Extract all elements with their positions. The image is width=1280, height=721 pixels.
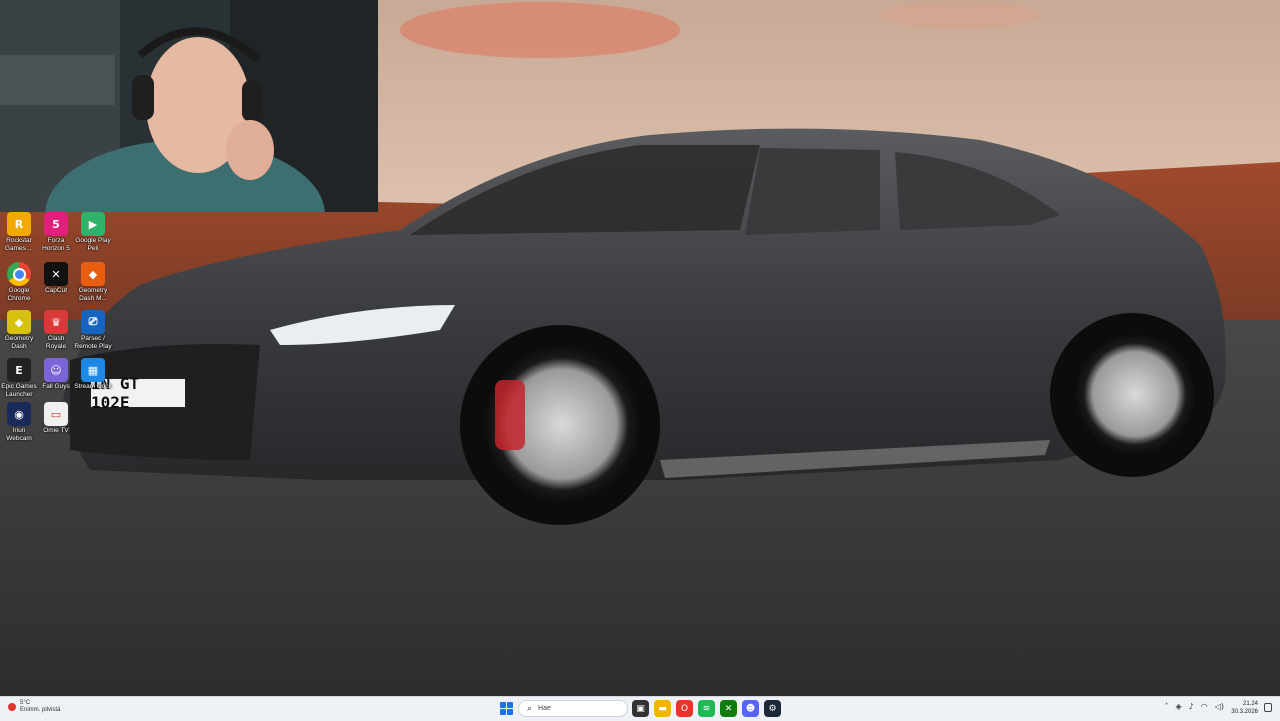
notification-icon[interactable] [1264,703,1272,712]
desktop-shortcut-label: Omie TV [43,427,69,434]
desktop-shortcut[interactable]: ▶ Google Play Peli [74,212,112,252]
desktop-shortcut-label: Fall Guys [42,383,70,390]
system-tray: ˄ ◈ ♪ ◠ ◁) [1164,702,1224,711]
start-button[interactable] [500,702,513,715]
chrome-icon [7,262,31,286]
geometry-dash-meltdown-icon: ◆ [81,262,105,286]
discord-icon[interactable]: ☻ [742,700,759,717]
desktop-shortcut[interactable]: ♛ Clash Royale [37,310,75,350]
weather-temperature: 5°C [20,700,31,706]
task-view-icon[interactable]: ▣ [632,700,649,717]
google-play-icon: ▶ [81,212,105,236]
taskbar-search-box[interactable]: ⌕ Hae [518,700,628,717]
capcut-icon: ✕ [44,262,68,286]
desktop-shortcut[interactable]: R Rockstar Games ... [0,212,38,252]
weather-description: Enimm. pilvistä [20,707,61,713]
desktop-shortcut[interactable]: 5 Forza Horizon 5 [37,212,75,252]
desktop-shortcut[interactable]: ◉ Iriun Webcam [0,402,38,442]
desktop-shortcut[interactable]: ▭ Omie TV [37,402,75,435]
xbox-icon[interactable]: ✕ [720,700,737,717]
volume-icon[interactable]: ◁) [1215,702,1224,711]
rockstar-icon: R [7,212,31,236]
file-explorer-icon[interactable]: ▬ [654,700,671,717]
clock-time: 21.24 [1242,701,1258,707]
opera-gx-icon[interactable]: O [676,700,693,717]
streamer-webcam-feed [0,0,378,212]
desktop-shortcut[interactable]: Google Chrome [0,262,38,302]
mic-icon[interactable]: ♪ [1189,702,1194,711]
fall-guys-icon: ☺ [44,358,68,382]
clash-royale-icon: ♛ [44,310,68,334]
desktop-icon-grid: R Rockstar Games ... 5 Forza Horizon 5 ▶ Goog… [0,212,116,492]
spotify-icon[interactable]: ≋ [698,700,715,717]
search-icon: ⌕ [527,703,533,714]
weather-icon [8,703,16,711]
windows-logo-icon [500,702,506,708]
steam-icon[interactable]: ⚙ [764,700,781,717]
desktop-shortcut-label: CapCut [44,287,68,294]
geometry-dash-icon: ◆ [7,310,31,334]
tray-app-icon[interactable]: ◈ [1175,702,1181,711]
clock-date: 30.3.2026 [1231,708,1258,715]
desktop-shortcut-label: Rockstar Games ... [4,237,34,252]
stream-dock-icon: ▦ [81,358,105,382]
desktop-shortcut[interactable]: ✕ CapCut [37,262,75,295]
desktop-shortcut[interactable]: E Epic Games Launcher [0,358,38,398]
desktop-shortcut-label: Geometry Dash [4,335,34,350]
weather-widget[interactable]: 5°C Enimm. pilvistä [8,700,60,714]
desktop-shortcut-label: Parsec / Remote Play [74,335,112,350]
desktop-shortcut-label: Iriun Webcam [6,427,32,442]
desktop-shortcut-label: Google Chrome [7,287,31,302]
iriun-webcam-icon: ◉ [7,402,31,426]
omie-tv-icon: ▭ [44,402,68,426]
chevron-up-icon[interactable]: ˄ [1164,702,1168,711]
webcam-overlay [0,0,378,212]
remote-play-icon: ⎚ [81,310,105,334]
desktop-shortcut[interactable]: ◆ Geometry Dash M... [74,262,112,302]
desktop-shortcut-label: Geometry Dash M... [78,287,108,302]
desktop-shortcut[interactable]: ◆ Geometry Dash [0,310,38,350]
taskbar: 5°C Enimm. pilvistä ⌕ Hae ▣ ▬ O ≋ ✕ ☻ ⚙ ˄ ◈ ♪ … [0,696,1280,721]
desktop-shortcut[interactable]: ▦ Stream Dock [74,358,112,391]
desktop-shortcut-label: Google Play Peli [75,237,111,252]
desktop-shortcut[interactable]: ⎚ Parsec / Remote Play [74,310,112,350]
desktop-shortcut-label: Clash Royale [45,335,67,350]
wifi-icon[interactable]: ◠ [1201,702,1208,711]
desktop-shortcut-label: Stream Dock [74,383,112,390]
search-placeholder: Hae [538,705,551,712]
desktop-shortcut-label: Forza Horizon 5 [42,237,70,252]
desktop-shortcut-label: Epic Games Launcher [1,383,37,398]
taskbar-clock[interactable]: 21.24 30.3.2026 [1231,701,1258,716]
forza-icon: 5 [44,212,68,236]
desktop-shortcut[interactable]: ☺ Fall Guys [37,358,75,391]
epic-games-icon: E [7,358,31,382]
